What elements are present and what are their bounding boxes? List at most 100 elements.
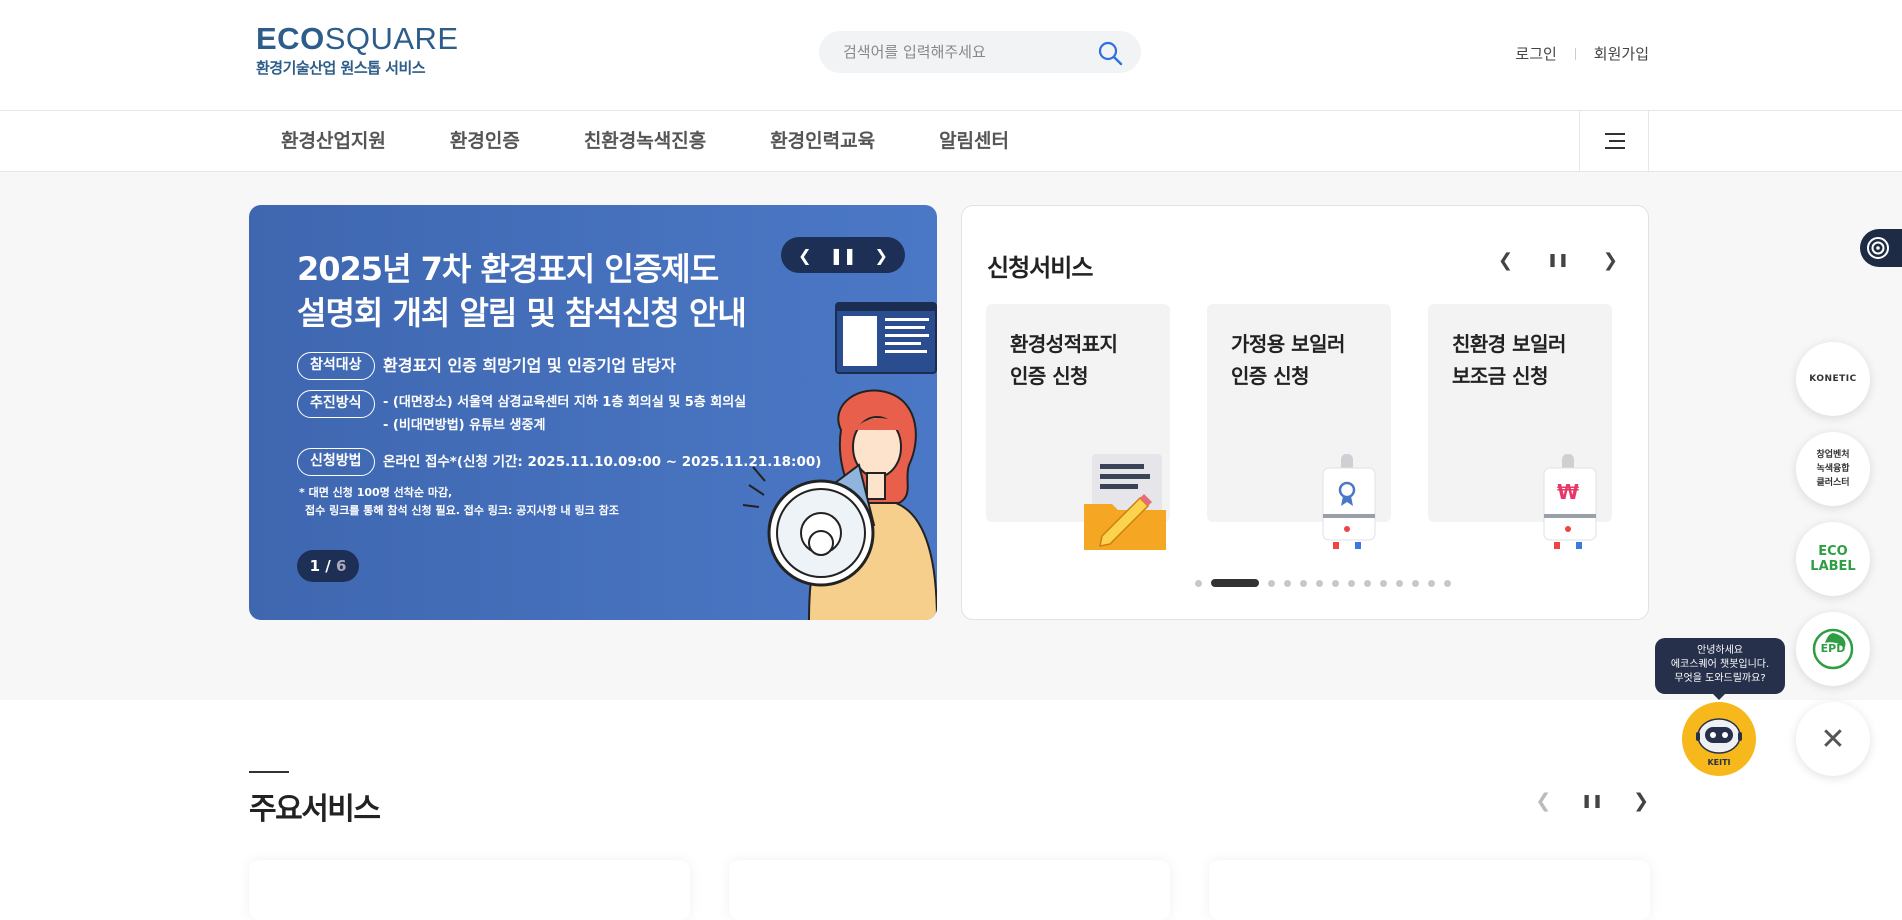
main-prev-icon[interactable]: ❮ bbox=[1535, 790, 1551, 812]
section-title-bar bbox=[249, 771, 289, 773]
search-icon[interactable] bbox=[1097, 40, 1123, 66]
pagination-dot[interactable] bbox=[1284, 579, 1291, 587]
pager-total: 6 bbox=[335, 557, 347, 575]
keiti-badge: KEITI bbox=[1707, 758, 1731, 767]
join-link[interactable]: 회원가입 bbox=[1594, 43, 1649, 64]
banner-note-line1: * 대면 신청 100명 선착순 마감, bbox=[299, 486, 453, 499]
quick-close-button[interactable]: ✕ bbox=[1796, 702, 1870, 776]
pager-current: 1 bbox=[309, 557, 321, 575]
logo-eco: ECO bbox=[256, 21, 325, 56]
pagination-dot[interactable] bbox=[1332, 579, 1339, 587]
main-pause-icon[interactable]: ❚❚ bbox=[1581, 794, 1603, 812]
global-nav: 환경산업지원 환경인증 친환경녹색진흥 환경인력교육 알림센터 bbox=[0, 110, 1902, 172]
target-icon bbox=[1867, 237, 1889, 259]
apply-prev-icon[interactable]: ❮ bbox=[1498, 250, 1513, 271]
pager-sep: / bbox=[320, 557, 336, 575]
apply-card-epd[interactable]: 환경성적표지인증 신청 bbox=[986, 304, 1170, 550]
chatbot-button[interactable]: KEITI bbox=[1682, 702, 1756, 776]
apply-card-eco-boiler[interactable]: 친환경 보일러보조금 신청 ₩ bbox=[1428, 304, 1612, 549]
svg-text:₩: ₩ bbox=[1557, 480, 1579, 504]
pagination-dot[interactable] bbox=[1211, 579, 1259, 587]
banner-next-icon[interactable]: ❯ bbox=[875, 246, 888, 265]
login-link[interactable]: 로그인 bbox=[1515, 43, 1556, 64]
card-line1: 가정용 보일러 bbox=[1231, 332, 1345, 356]
pagination-dot[interactable] bbox=[1380, 579, 1387, 587]
megaphone-woman-illustration-icon bbox=[742, 389, 937, 620]
accessibility-tab[interactable] bbox=[1860, 229, 1902, 267]
nav-item-certification[interactable]: 환경인증 bbox=[450, 111, 520, 171]
epd-text: EPD bbox=[1820, 642, 1846, 655]
robot-icon bbox=[1696, 718, 1742, 754]
pagination-dot[interactable] bbox=[1412, 579, 1419, 587]
header: ECOSQUARE 환경기술산업 원스톱 서비스 로그인 회원가입 bbox=[0, 0, 1902, 110]
banner-prev-icon[interactable]: ❮ bbox=[798, 246, 811, 265]
pagination-dot[interactable] bbox=[1348, 579, 1355, 587]
banner-pager: 1 / 6 bbox=[297, 550, 359, 582]
pagination-dot[interactable] bbox=[1428, 579, 1435, 587]
label-method: 추진방식 bbox=[297, 390, 375, 418]
label-target: 참석대상 bbox=[297, 352, 375, 380]
apply-card-title: 친환경 보일러보조금 신청 bbox=[1452, 328, 1566, 392]
quick-epd[interactable]: EPD bbox=[1796, 612, 1870, 686]
site-logo[interactable]: ECOSQUARE 환경기술산업 원스톱 서비스 bbox=[256, 21, 458, 82]
logo-subtitle: 환경기술산업 원스톱 서비스 bbox=[256, 59, 426, 77]
main-banner[interactable]: 2025년 7차 환경표지 인증제도 설명회 개최 알림 및 참석신청 안내 ❮… bbox=[249, 205, 937, 620]
card-line2: 인증 신청 bbox=[1010, 364, 1089, 388]
util-menu: 로그인 회원가입 bbox=[1515, 43, 1649, 64]
text-method-1: - (대면장소) 서울역 삼경교육센터 지하 1층 회의실 및 5층 회의실 bbox=[383, 395, 747, 410]
chatbot-bubble: 안녕하세요 에코스퀘어 챗봇입니다. 무엇을 도와드릴까요? bbox=[1655, 638, 1785, 700]
service-card[interactable] bbox=[1209, 860, 1650, 920]
banner-pause-icon[interactable]: ❚❚ bbox=[830, 246, 857, 265]
apply-controls: ❮ ❚❚ ❯ bbox=[1498, 250, 1618, 271]
all-menu-button[interactable] bbox=[1579, 111, 1649, 171]
pagination-dot[interactable] bbox=[1444, 579, 1451, 587]
card-line2: 인증 신청 bbox=[1231, 364, 1310, 388]
eco-line2: LABEL bbox=[1810, 559, 1856, 574]
card-line1: 친환경 보일러 bbox=[1452, 332, 1566, 356]
eco-label-logo: ECO LABEL bbox=[1810, 544, 1855, 574]
apply-pagination bbox=[1195, 579, 1451, 587]
boiler-subsidy-icon: ₩ bbox=[1543, 454, 1597, 549]
cluster-line1: 창업벤처 bbox=[1816, 450, 1850, 460]
quick-konetic[interactable]: KONETIC bbox=[1796, 342, 1870, 416]
banner-title-line1: 2025년 7차 환경표지 인증제도 bbox=[297, 250, 719, 288]
quick-eco-label[interactable]: ECO LABEL bbox=[1796, 522, 1870, 596]
apply-card-home-boiler[interactable]: 가정용 보일러인증 신청 bbox=[1207, 304, 1391, 549]
banner-controls: ❮ ❚❚ ❯ bbox=[781, 237, 905, 273]
chat-line1: 안녕하세요 bbox=[1697, 645, 1743, 656]
cluster-line3: 클러스터 bbox=[1816, 478, 1850, 488]
hamburger-icon bbox=[1605, 133, 1625, 149]
apply-card-title: 환경성적표지인증 신청 bbox=[1010, 328, 1118, 392]
banner-note-line2: 접수 링크를 통해 참석 신청 필요. 접수 링크: 공지사항 내 링크 참조 bbox=[305, 504, 619, 517]
service-card[interactable] bbox=[729, 860, 1170, 920]
banner-title-line2: 설명회 개최 알림 및 참석신청 안내 bbox=[297, 294, 747, 332]
pagination-dot[interactable] bbox=[1268, 579, 1275, 587]
service-card[interactable] bbox=[249, 860, 690, 920]
boiler-certificate-icon bbox=[1322, 454, 1376, 549]
pagination-dot[interactable] bbox=[1364, 579, 1371, 587]
nav-item-education[interactable]: 환경인력교육 bbox=[770, 111, 875, 171]
pagination-dot[interactable] bbox=[1195, 579, 1202, 587]
apply-pause-icon[interactable]: ❚❚ bbox=[1547, 253, 1569, 271]
folder-pencil-icon bbox=[1084, 454, 1166, 550]
main-services-title: 주요서비스 bbox=[249, 792, 381, 827]
pagination-dot[interactable] bbox=[1316, 579, 1323, 587]
close-icon: ✕ bbox=[1820, 721, 1846, 757]
card-line2: 보조금 신청 bbox=[1452, 364, 1548, 388]
quick-green-cluster[interactable]: 창업벤처녹색융합클러스터 bbox=[1796, 432, 1870, 506]
text-target: 환경표지 인증 희망기업 및 인증기업 담당자 bbox=[383, 356, 676, 375]
card-line1: 환경성적표지 bbox=[1010, 332, 1118, 356]
pagination-dot[interactable] bbox=[1300, 579, 1307, 587]
search-input[interactable] bbox=[843, 41, 1083, 63]
nav-item-green-promotion[interactable]: 친환경녹색진흥 bbox=[584, 111, 706, 171]
cluster-line2: 녹색융합 bbox=[1816, 464, 1850, 474]
eco-line1: ECO bbox=[1818, 544, 1848, 559]
apply-service-title: 신청서비스 bbox=[987, 254, 1093, 282]
logo-square: SQUARE bbox=[324, 21, 459, 56]
main-next-icon[interactable]: ❯ bbox=[1633, 790, 1649, 812]
apply-next-icon[interactable]: ❯ bbox=[1603, 250, 1618, 271]
cluster-logo: 창업벤처녹색융합클러스터 bbox=[1816, 448, 1849, 490]
nav-item-industry-support[interactable]: 환경산업지원 bbox=[281, 111, 386, 171]
nav-item-notice-center[interactable]: 알림센터 bbox=[939, 111, 1009, 171]
pagination-dot[interactable] bbox=[1396, 579, 1403, 587]
